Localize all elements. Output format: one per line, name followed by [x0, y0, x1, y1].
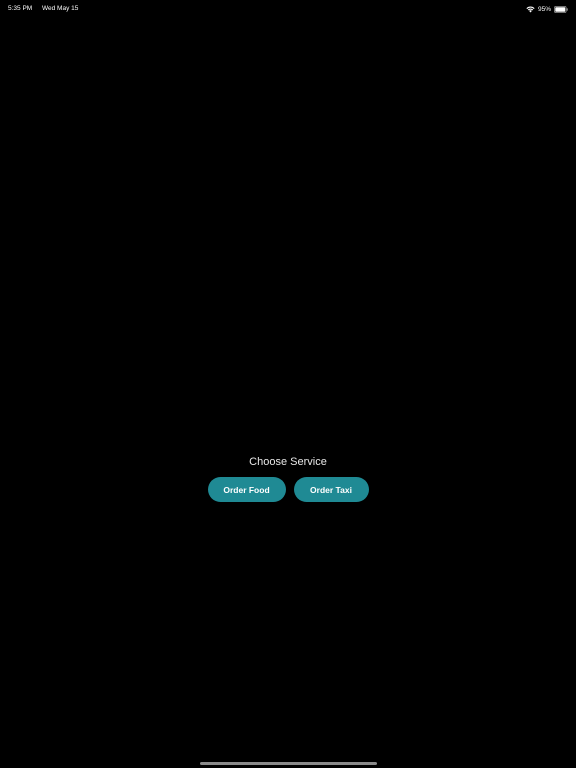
battery-icon [554, 5, 568, 13]
status-bar: 5:35 PM Wed May 15 95% [0, 0, 576, 18]
service-chooser: Choose Service Order Food Order Taxi [0, 456, 576, 502]
home-indicator[interactable] [200, 762, 377, 765]
status-time: 5:35 PM [8, 5, 33, 12]
order-taxi-button[interactable]: Order Taxi [293, 477, 369, 502]
service-button-row: Order Food Order Taxi [207, 477, 369, 502]
choose-service-title: Choose Service [249, 456, 327, 468]
order-food-button[interactable]: Order Food [207, 477, 286, 502]
battery-percent: 95% [537, 5, 551, 13]
app-screen: 5:35 PM Wed May 15 95% Choose Service Or… [0, 0, 576, 768]
status-indicators: 95% [526, 4, 568, 14]
wifi-icon [526, 6, 535, 12]
status-date: Wed May 15 [42, 5, 79, 12]
